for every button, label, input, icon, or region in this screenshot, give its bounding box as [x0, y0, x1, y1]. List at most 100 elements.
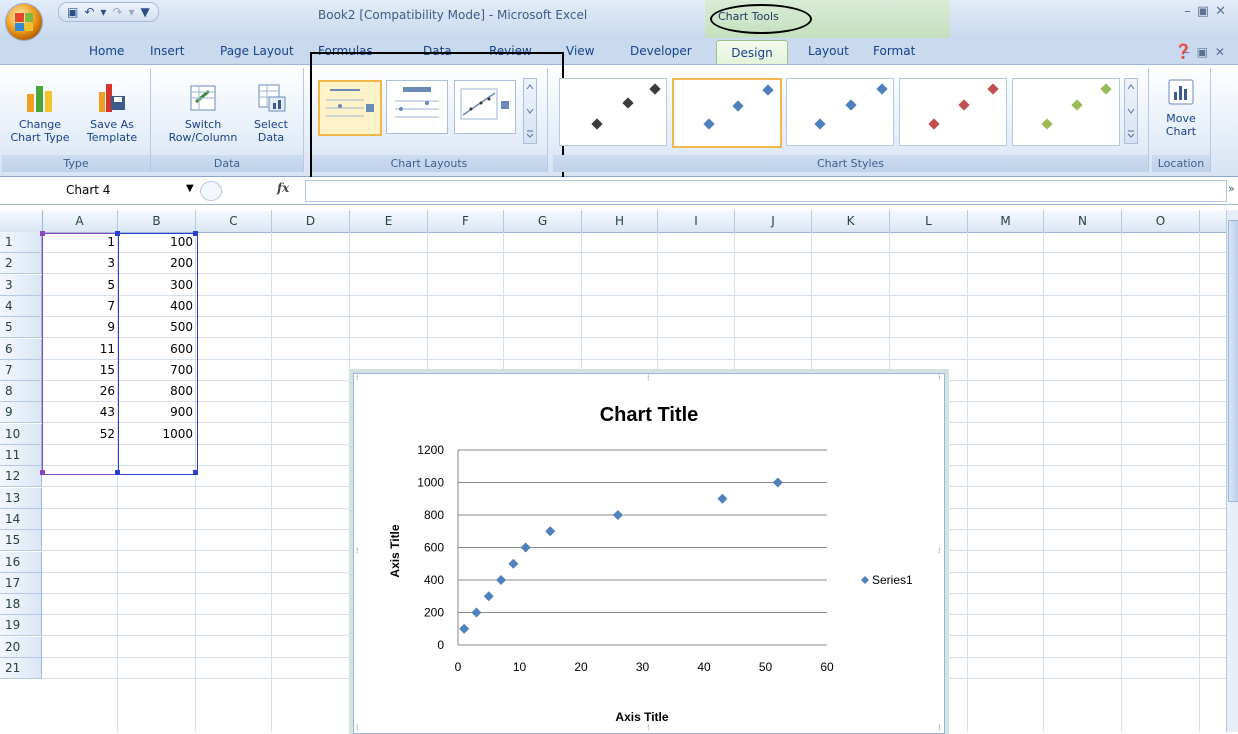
save-icon[interactable]: ▣ — [67, 5, 78, 19]
redo-icon[interactable]: ↷ — [112, 5, 122, 19]
row-header-7[interactable]: 7 — [0, 360, 42, 381]
column-header-b[interactable]: B — [118, 210, 196, 232]
close-icon[interactable]: ✕ — [1215, 4, 1232, 19]
chart-style-3[interactable] — [786, 78, 894, 146]
row-header-17[interactable]: 17 — [0, 573, 42, 594]
row-header-8[interactable]: 8 — [0, 381, 42, 402]
range-handle[interactable] — [115, 470, 120, 475]
data-point[interactable] — [483, 591, 494, 602]
change-chart-type-button[interactable]: Change Chart Type — [2, 82, 78, 144]
formula-bar-expand-icon[interactable] — [200, 181, 222, 201]
column-header-o[interactable]: O — [1122, 210, 1200, 232]
x-axis-title[interactable]: Axis Title — [615, 710, 668, 724]
column-header-g[interactable]: G — [504, 210, 582, 232]
tab-layout[interactable]: Layout — [808, 44, 849, 58]
column-header-l[interactable]: L — [890, 210, 968, 232]
select-all-corner[interactable] — [0, 210, 43, 232]
plot-area[interactable] — [459, 477, 783, 634]
vertical-scroll-thumb[interactable] — [1228, 220, 1238, 502]
chart-resize-handle[interactable]: ⁞ — [356, 374, 359, 382]
column-header-h[interactable]: H — [582, 210, 658, 232]
range-handle[interactable] — [193, 231, 198, 236]
formula-input[interactable] — [305, 180, 1227, 202]
row-header-6[interactable]: 6 — [0, 339, 42, 360]
insert-function-icon[interactable]: fx — [277, 181, 289, 195]
name-box-dropdown-icon[interactable]: ▼ — [186, 183, 194, 194]
column-header-m[interactable]: M — [968, 210, 1044, 232]
select-data-button[interactable]: Select Data — [246, 82, 296, 144]
tab-format[interactable]: Format — [873, 44, 915, 58]
y-axis-title[interactable]: Axis Title — [388, 524, 402, 577]
tab-view[interactable]: View — [566, 44, 594, 58]
column-header-j[interactable]: J — [735, 210, 812, 232]
restore-icon[interactable]: ▣ — [1197, 4, 1215, 19]
redo-dropdown-icon[interactable]: ▾ — [129, 5, 135, 19]
chart-resize-handle[interactable]: ⁞ — [938, 723, 941, 732]
y-axis[interactable]: 0 200 400 600 800 1000 1200 — [417, 443, 459, 652]
chart-resize-handle[interactable]: ⁞ — [356, 546, 359, 555]
data-point[interactable] — [508, 558, 519, 569]
row-header-2[interactable]: 2 — [0, 253, 42, 274]
range-handle[interactable] — [40, 231, 45, 236]
row-header-10[interactable]: 10 — [0, 424, 42, 445]
range-handle[interactable] — [193, 470, 198, 475]
row-header-9[interactable]: 9 — [0, 402, 42, 423]
column-header-k[interactable]: K — [812, 210, 890, 232]
chart-style-1[interactable] — [559, 78, 667, 146]
row-header-11[interactable]: 11 — [0, 445, 42, 466]
customize-qat-icon[interactable]: ▼ — [141, 5, 150, 19]
chart-resize-handle[interactable]: ⁞ — [647, 374, 650, 382]
column-header-a[interactable]: A — [42, 210, 118, 232]
chart-title[interactable]: Chart Title — [600, 404, 699, 426]
chart-resize-handle[interactable]: ⁞ — [647, 723, 650, 732]
data-point[interactable] — [471, 607, 482, 618]
switch-row-column-button[interactable]: Switch Row/Column — [160, 82, 246, 144]
data-point[interactable] — [717, 493, 728, 504]
column-header-c[interactable]: C — [196, 210, 272, 232]
row-header-14[interactable]: 14 — [0, 509, 42, 530]
range-handle[interactable] — [115, 231, 120, 236]
tab-insert[interactable]: Insert — [150, 44, 184, 58]
tab-developer[interactable]: Developer — [630, 44, 692, 58]
move-chart-button[interactable]: Move Chart — [1155, 76, 1207, 138]
tab-page-layout[interactable]: Page Layout — [220, 44, 294, 58]
row-header-3[interactable]: 3 — [0, 275, 42, 296]
row-header-13[interactable]: 13 — [0, 488, 42, 509]
column-header-f[interactable]: F — [428, 210, 504, 232]
undo-dropdown-icon[interactable]: ▾ — [100, 5, 106, 19]
row-header-1[interactable]: 1 — [0, 232, 42, 253]
data-point[interactable] — [772, 477, 783, 488]
row-header-12[interactable]: 12 — [0, 466, 42, 487]
row-header-18[interactable]: 18 — [0, 594, 42, 615]
chart-resize-handle[interactable]: ⁞ — [938, 374, 941, 382]
chart-resize-handle[interactable]: ⁞ — [356, 723, 359, 732]
minimize-icon[interactable]: – — [1184, 4, 1197, 19]
row-header-19[interactable]: 19 — [0, 615, 42, 636]
row-header-5[interactable]: 5 — [0, 317, 42, 338]
chart-area[interactable]: Chart Title Axis Title Axis Title 0 200 40… — [353, 373, 945, 734]
save-as-template-button[interactable]: Save As Template — [74, 82, 150, 144]
office-button[interactable] — [6, 4, 42, 40]
row-header-4[interactable]: 4 — [0, 296, 42, 317]
tab-home[interactable]: Home — [89, 44, 124, 58]
chart-styles-gallery-scroll[interactable] — [1124, 78, 1138, 144]
name-box[interactable]: Chart 4 — [18, 182, 208, 200]
formula-bar-collapse-icon[interactable]: » — [1228, 182, 1235, 195]
column-header-i[interactable]: I — [658, 210, 735, 232]
data-point[interactable] — [459, 623, 470, 634]
chart-resize-handle[interactable]: ⁞ — [938, 546, 941, 555]
workbook-window-controls[interactable]: –▣✕ — [1184, 45, 1232, 59]
chart-style-4[interactable] — [899, 78, 1007, 146]
column-header-e[interactable]: E — [350, 210, 428, 232]
data-point[interactable] — [612, 510, 623, 520]
chart-style-5[interactable] — [1012, 78, 1120, 146]
row-header-16[interactable]: 16 — [0, 552, 42, 573]
row-header-21[interactable]: 21 — [0, 658, 42, 679]
data-point[interactable] — [496, 575, 507, 585]
legend[interactable]: Series1 — [861, 573, 913, 587]
column-header-n[interactable]: N — [1044, 210, 1122, 232]
tab-design[interactable]: Design — [716, 40, 788, 67]
column-header-d[interactable]: D — [272, 210, 350, 232]
vertical-scrollbar[interactable] — [1226, 210, 1238, 732]
range-handle[interactable] — [40, 470, 45, 475]
